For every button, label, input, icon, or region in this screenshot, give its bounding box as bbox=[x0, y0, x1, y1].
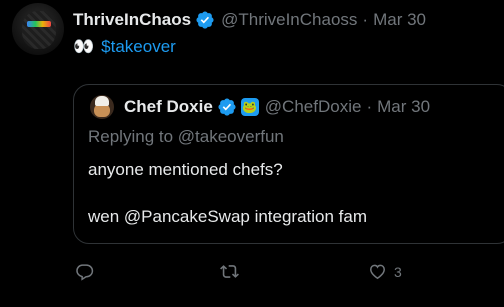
avatar-figure bbox=[22, 11, 56, 49]
affiliate-badge-icon[interactable]: 🐸 bbox=[240, 98, 259, 116]
verified-badge-icon bbox=[217, 97, 237, 117]
eyes-emoji: 👀 bbox=[73, 37, 96, 56]
like-count: 3 bbox=[394, 263, 402, 280]
quoted-text-line: anyone mentioned chefs? bbox=[88, 160, 283, 179]
reply-button[interactable] bbox=[75, 262, 94, 281]
tweet-text: 👀 $takeover bbox=[73, 37, 176, 57]
avatar-glasses bbox=[27, 21, 51, 27]
quoted-text-line: wen @PancakeSwap integration fam bbox=[88, 207, 368, 226]
quoted-header: Chef Doxie 🐸 @ChefDoxie · Mar 30 bbox=[124, 95, 430, 119]
separator-dot: · bbox=[366, 97, 373, 116]
retweet-button[interactable] bbox=[220, 262, 239, 281]
tweet-timestamp[interactable]: Mar 30 bbox=[373, 10, 426, 30]
tweet-header: ThriveInChaos @ThriveInChaoss · Mar 30 bbox=[73, 8, 426, 32]
verified-badge-icon bbox=[195, 10, 215, 30]
chef-hat bbox=[95, 96, 109, 106]
quoted-author-handle[interactable]: @ChefDoxie bbox=[265, 97, 362, 117]
quoted-author-name[interactable]: Chef Doxie bbox=[124, 97, 213, 117]
reply-icon bbox=[76, 264, 94, 281]
tweet-actions: 3 bbox=[0, 262, 504, 286]
retweet-icon bbox=[220, 265, 239, 278]
like-button[interactable]: 3 bbox=[368, 262, 402, 281]
author-avatar[interactable] bbox=[12, 3, 64, 55]
separator-dot: · bbox=[362, 10, 369, 29]
quoted-author-avatar[interactable] bbox=[90, 95, 114, 119]
heart-icon bbox=[370, 264, 385, 280]
replying-to-label: Replying to @takeoverfun bbox=[88, 127, 284, 146]
author-handle[interactable]: @ThriveInChaoss bbox=[221, 10, 357, 30]
author-name[interactable]: ThriveInChaos bbox=[73, 10, 191, 30]
cashtag-link[interactable]: $takeover bbox=[101, 37, 176, 57]
quoted-tweet-card[interactable]: Chef Doxie 🐸 @ChefDoxie · Mar 30 Replyin… bbox=[73, 84, 504, 244]
quoted-timestamp[interactable]: Mar 30 bbox=[377, 97, 430, 117]
